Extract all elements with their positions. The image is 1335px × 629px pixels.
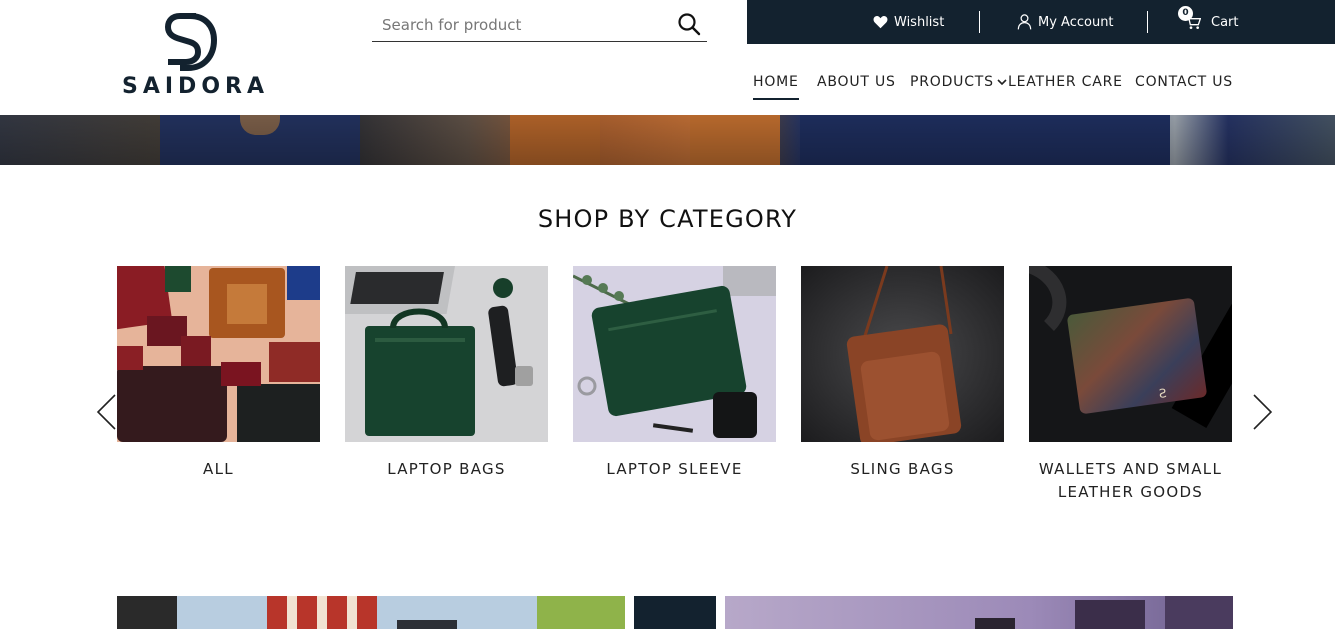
chevron-down-icon: [997, 79, 1007, 86]
category-image-wallets[interactable]: Ƨ: [1029, 266, 1232, 442]
cart-count-badge: 0: [1178, 6, 1193, 21]
search-input[interactable]: [382, 12, 662, 38]
brand-logo[interactable]: SAIDORA: [122, 12, 269, 102]
my-account-label: My Account: [1038, 14, 1114, 30]
search-icon[interactable]: [677, 12, 701, 36]
category-card-all[interactable]: ALL: [117, 266, 320, 481]
carousel-next-arrow-icon[interactable]: [1252, 393, 1274, 431]
category-image-all[interactable]: [117, 266, 320, 442]
divider: [1147, 11, 1148, 33]
nav-home[interactable]: HOME: [753, 74, 799, 100]
hero-shade: [0, 115, 1335, 165]
search-bar: [372, 8, 707, 42]
promo-banner-middle[interactable]: [634, 596, 716, 629]
carousel-prev-arrow-icon[interactable]: [95, 393, 117, 431]
category-label: WALLETS AND SMALL LEATHER GOODS: [1038, 460, 1223, 501]
nav-contact-us[interactable]: CONTACT US: [1135, 74, 1233, 90]
category-image-laptop-bags[interactable]: [345, 266, 548, 442]
hero-banner-image: [0, 115, 1335, 165]
user-icon: [1017, 14, 1032, 30]
nav-products-label: PRODUCTS: [910, 74, 994, 90]
nav-about-us[interactable]: ABOUT US: [817, 74, 896, 90]
category-label: ALL: [203, 460, 234, 478]
brand-name: SAIDORA: [122, 74, 269, 99]
heart-icon: [873, 16, 888, 29]
category-image-sling-bags[interactable]: [801, 266, 1004, 442]
site-header: SAIDORA Wishlist My Account: [0, 0, 1335, 115]
category-label: LAPTOP BAGS: [387, 460, 506, 478]
wishlist-link[interactable]: Wishlist: [873, 12, 944, 32]
my-account-link[interactable]: My Account: [1017, 12, 1114, 32]
promo-banner-right[interactable]: [725, 596, 1233, 629]
category-card-laptop-bags[interactable]: LAPTOP BAGS: [345, 266, 548, 481]
logo-mark-icon: [164, 13, 218, 71]
category-image-laptop-sleeve[interactable]: [573, 266, 776, 442]
utility-bar: Wishlist My Account 0 Cart: [747, 0, 1335, 44]
wishlist-label: Wishlist: [894, 14, 945, 30]
category-label: LAPTOP SLEEVE: [606, 460, 743, 478]
category-card-wallets[interactable]: Ƨ WALLETS AND SMALL LEATHER GOODS: [1029, 266, 1232, 504]
divider: [979, 11, 980, 33]
cart-label: Cart: [1211, 14, 1239, 30]
section-title: SHOP BY CATEGORY: [537, 205, 798, 233]
category-card-sling-bags[interactable]: SLING BAGS: [801, 266, 1004, 481]
category-card-laptop-sleeve[interactable]: LAPTOP SLEEVE: [573, 266, 776, 481]
promo-banner-left[interactable]: [117, 596, 625, 629]
nav-products[interactable]: PRODUCTS: [910, 74, 1008, 90]
nav-leather-care[interactable]: LEATHER CARE: [1008, 74, 1123, 90]
category-label: SLING BAGS: [850, 460, 955, 478]
cart-link[interactable]: 0 Cart: [1178, 6, 1239, 32]
